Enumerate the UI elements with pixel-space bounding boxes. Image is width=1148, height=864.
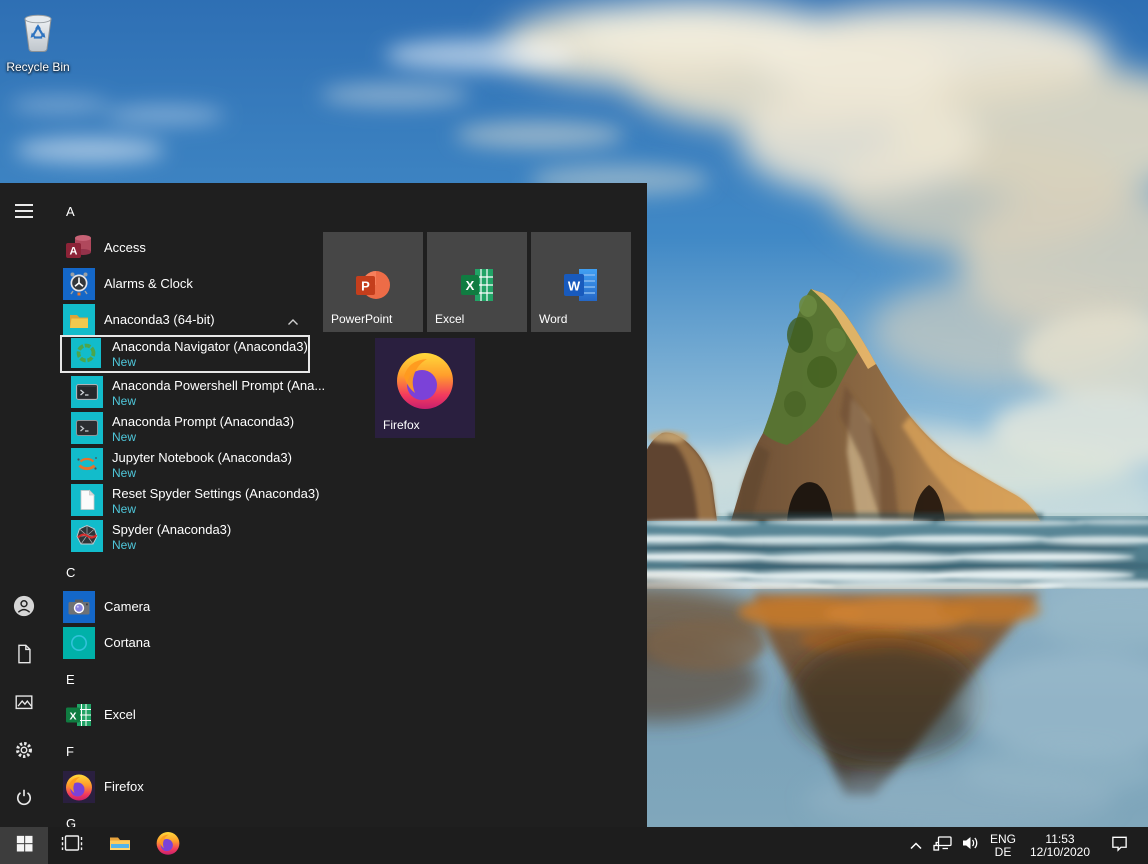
chevron-up-icon xyxy=(909,837,923,855)
pictures-icon xyxy=(13,691,35,718)
settings-button[interactable] xyxy=(0,728,48,776)
tile-powerpoint[interactable]: P PowerPoint xyxy=(323,232,423,332)
section-header-c[interactable]: C xyxy=(66,565,75,581)
user-account-button[interactable] xyxy=(0,584,48,632)
power-icon xyxy=(13,787,35,814)
start-menu: A A Access xyxy=(0,183,647,827)
network-icon xyxy=(933,835,952,857)
taskbar: ENG DE 11:53 12/10/2020 xyxy=(0,827,1148,864)
app-item-cortana[interactable]: Cortana xyxy=(60,625,310,661)
network-button[interactable] xyxy=(928,827,956,864)
app-item-access[interactable]: A Access xyxy=(60,230,310,266)
app-item-excel[interactable]: X Excel xyxy=(60,697,310,733)
language-indicator[interactable]: ENG DE xyxy=(984,827,1022,864)
app-list: A A Access xyxy=(60,183,312,827)
excel-icon: X xyxy=(457,265,497,305)
hamburger-icon xyxy=(15,204,33,223)
section-header-e[interactable]: E xyxy=(66,672,75,688)
anaconda-powershell-prompt-icon xyxy=(71,376,103,408)
section-header-g[interactable]: G xyxy=(66,816,76,827)
tile-word[interactable]: W Word xyxy=(531,232,631,332)
system-tray: ENG DE 11:53 12/10/2020 xyxy=(904,827,1148,864)
file-explorer-button[interactable] xyxy=(96,827,144,864)
anaconda-navigator-icon xyxy=(71,338,101,368)
tile-firefox[interactable]: Firefox xyxy=(375,338,475,438)
clock-time: 11:53 xyxy=(1045,833,1074,846)
new-badge: New xyxy=(112,394,136,408)
tray-overflow-button[interactable] xyxy=(904,827,928,864)
reset-spyder-settings-icon xyxy=(71,484,103,516)
spyder-icon xyxy=(71,520,103,552)
file-explorer-icon xyxy=(108,831,132,860)
section-header-a[interactable]: A xyxy=(66,204,75,220)
excel-icon: X xyxy=(63,699,95,731)
firefox-taskbar-button[interactable] xyxy=(144,827,192,864)
powerpoint-letter: P xyxy=(361,279,370,294)
language-line1: ENG xyxy=(990,833,1016,846)
app-item-jupyter-notebook[interactable]: Jupyter Notebook (Anaconda3) New xyxy=(60,446,310,482)
app-item-camera[interactable]: Camera xyxy=(60,589,310,625)
recycle-bin-label: Recycle Bin xyxy=(4,60,72,74)
desktop: Recycle Bin xyxy=(0,0,1148,864)
new-badge: New xyxy=(112,430,136,444)
volume-button[interactable] xyxy=(956,827,984,864)
collapse-chevron-icon xyxy=(287,313,299,331)
word-icon: W xyxy=(561,265,601,305)
power-button[interactable] xyxy=(0,776,48,824)
language-line2: DE xyxy=(995,846,1012,859)
alarms-clock-icon xyxy=(63,268,95,300)
firefox-icon xyxy=(63,771,95,803)
pictures-button[interactable] xyxy=(0,680,48,728)
menu-expand-button[interactable] xyxy=(0,189,48,237)
camera-icon xyxy=(63,591,95,623)
recycle-bin-icon xyxy=(16,41,60,58)
app-item-anaconda-powershell-prompt[interactable]: Anaconda Powershell Prompt (Ana... New xyxy=(60,374,310,410)
new-badge: New xyxy=(112,466,136,480)
clock[interactable]: 11:53 12/10/2020 xyxy=(1022,827,1098,864)
tile-group: P PowerPoint X Excel xyxy=(323,232,635,444)
firefox-icon xyxy=(393,348,457,412)
new-badge: New xyxy=(112,355,136,369)
app-item-spyder[interactable]: Spyder (Anaconda3) New xyxy=(60,518,310,554)
recycle-bin-shortcut[interactable]: Recycle Bin xyxy=(4,8,72,74)
tile-excel[interactable]: X Excel xyxy=(427,232,527,332)
new-badge: New xyxy=(112,502,136,516)
new-badge: New xyxy=(112,538,136,552)
action-center-button[interactable] xyxy=(1098,827,1140,864)
excel-letter: X xyxy=(69,711,76,723)
anaconda-prompt-icon xyxy=(71,412,103,444)
access-icon: A xyxy=(63,232,95,264)
word-letter: W xyxy=(568,279,581,294)
action-center-icon xyxy=(1110,834,1129,857)
app-item-alarms-clock[interactable]: Alarms & Clock xyxy=(60,266,310,302)
app-item-anaconda3-folder[interactable]: Anaconda3 (64-bit) xyxy=(60,302,310,338)
app-item-firefox[interactable]: Firefox xyxy=(60,769,310,805)
settings-gear-icon xyxy=(13,739,35,766)
windows-start-icon xyxy=(16,835,33,857)
documents-button[interactable] xyxy=(0,632,48,680)
jupyter-notebook-icon xyxy=(71,448,103,480)
app-item-anaconda-navigator[interactable]: Anaconda Navigator (Anaconda3) New xyxy=(60,335,310,373)
app-item-anaconda-prompt[interactable]: Anaconda Prompt (Anaconda3) New xyxy=(60,410,310,446)
task-view-icon xyxy=(61,832,83,859)
powerpoint-icon: P xyxy=(353,265,393,305)
cortana-icon xyxy=(63,627,95,659)
anaconda3-folder-icon xyxy=(63,304,95,336)
documents-icon xyxy=(13,643,35,670)
access-letter: A xyxy=(70,246,78,258)
excel-letter: X xyxy=(466,278,475,293)
firefox-icon xyxy=(155,830,181,861)
user-icon xyxy=(13,595,35,622)
section-header-f[interactable]: F xyxy=(66,744,74,760)
clock-date: 12/10/2020 xyxy=(1030,846,1090,859)
speaker-icon xyxy=(961,835,979,856)
start-button[interactable] xyxy=(0,827,48,864)
task-view-button[interactable] xyxy=(48,827,96,864)
app-item-reset-spyder-settings[interactable]: Reset Spyder Settings (Anaconda3) New xyxy=(60,482,310,518)
